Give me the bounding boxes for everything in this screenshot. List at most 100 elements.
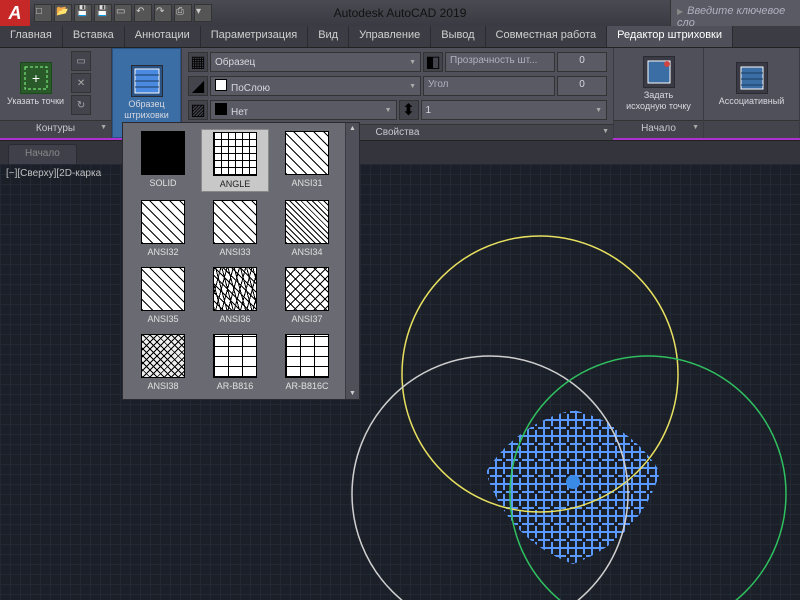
ribbon: + Указать точки ▭ ✕ ↻ Контуры▼ Образец ш… xyxy=(0,48,800,140)
pattern-label: ANSI35 xyxy=(147,314,178,324)
pattern-swatch-ansi34[interactable]: ANSI34 xyxy=(275,200,339,257)
set-origin-icon xyxy=(643,56,675,88)
panel-options: Ассоциативный xyxy=(704,48,800,138)
select-objects-icon[interactable]: ▭ xyxy=(71,51,91,71)
scale-combo[interactable]: 1▼ xyxy=(421,100,608,120)
qat-open-icon[interactable]: 📂 xyxy=(54,4,72,22)
pattern-swatch-solid[interactable]: SOLID xyxy=(131,131,195,190)
pattern-swatch-ansi36[interactable]: ANSI36 xyxy=(203,267,267,324)
qat-print-icon[interactable]: ⎙ xyxy=(174,4,192,22)
pattern-preview-icon xyxy=(213,132,257,176)
hatch-pattern-palette: SOLID ANGLE ANSI31 ANSI32 ANSI33 ANSI34 ANSI35… xyxy=(122,122,360,400)
qat-more-icon[interactable]: ▾ xyxy=(194,4,212,22)
bg-color-combo[interactable]: Нет▼ xyxy=(210,100,397,120)
qat-undo-icon[interactable]: ↶ xyxy=(134,4,152,22)
angle-label[interactable]: Угол xyxy=(423,76,555,96)
pattern-preview-icon xyxy=(213,200,257,244)
pick-points-icon: + xyxy=(20,62,52,94)
pattern-swatch-ar-b816[interactable]: AR-B816 xyxy=(203,334,267,391)
ribbon-tab-4[interactable]: Вид xyxy=(308,26,349,47)
pattern-preview-icon xyxy=(141,334,185,378)
remove-boundary-icon[interactable]: ✕ xyxy=(71,73,91,93)
associative-label: Ассоциативный xyxy=(719,96,785,107)
pattern-swatch-ansi37[interactable]: ANSI37 xyxy=(275,267,339,324)
ribbon-tab-7[interactable]: Совместная работа xyxy=(486,26,608,47)
pattern-label: SOLID xyxy=(149,178,176,188)
hatch-pattern-icon xyxy=(131,65,163,97)
panel-origin-title[interactable]: Начало▼ xyxy=(614,120,703,138)
pattern-swatch-ansi31[interactable]: ANSI31 xyxy=(275,131,339,190)
pattern-preview-icon xyxy=(285,131,329,175)
pick-points-button[interactable]: + Указать точки xyxy=(3,51,68,117)
ribbon-tab-2[interactable]: Аннотации xyxy=(125,26,201,47)
title-bar: A □ 📂 💾 💾 ▭ ↶ ↷ ⎙ ▾ Autodesk AutoCAD 201… xyxy=(0,0,800,26)
ribbon-tab-0[interactable]: Главная xyxy=(0,26,63,47)
angle-value[interactable]: 0 xyxy=(557,76,607,96)
pattern-label: ANSI32 xyxy=(147,247,178,257)
panel-origin: Задать исходную точку Начало▼ xyxy=(614,48,704,138)
set-origin-label: Задать исходную точку xyxy=(626,90,691,112)
pattern-label: ANSI31 xyxy=(291,178,322,188)
qat-plot-icon[interactable]: ▭ xyxy=(114,4,132,22)
bg-color-icon[interactable]: ▨ xyxy=(188,100,208,120)
pattern-swatch-angle[interactable]: ANGLE xyxy=(201,129,269,192)
ribbon-tabs: ГлавнаяВставкаАннотацииПараметризацияВид… xyxy=(0,26,800,48)
pattern-preview-icon xyxy=(141,131,185,175)
associative-icon xyxy=(736,62,768,94)
panel-boundaries-title[interactable]: Контуры▼ xyxy=(0,120,111,138)
pattern-preview-icon xyxy=(285,334,329,378)
ribbon-tab-3[interactable]: Параметризация xyxy=(201,26,308,47)
search-input[interactable]: Введите ключевое сло xyxy=(670,0,800,26)
hatch-type-combo[interactable]: Образец▼ xyxy=(210,52,421,72)
pattern-label: ANSI33 xyxy=(219,247,250,257)
recreate-boundary-icon[interactable]: ↻ xyxy=(71,95,91,115)
pattern-swatch-ansi33[interactable]: ANSI33 xyxy=(203,200,267,257)
pattern-preview-icon xyxy=(213,267,257,311)
pattern-preview-icon xyxy=(141,200,185,244)
pattern-label: ANSI34 xyxy=(291,247,322,257)
scale-icon[interactable]: ⬍ xyxy=(399,100,419,120)
pattern-label: ANSI38 xyxy=(147,381,178,391)
pattern-label: AR-B816C xyxy=(285,381,328,391)
set-origin-button[interactable]: Задать исходную точку xyxy=(617,51,700,117)
pattern-label: AR-B816 xyxy=(217,381,254,391)
pattern-label: ANSI37 xyxy=(291,314,322,324)
pattern-preview-icon xyxy=(141,267,185,311)
associative-button[interactable]: Ассоциативный xyxy=(707,51,796,117)
pattern-preview-icon xyxy=(285,200,329,244)
pattern-swatch-ansi32[interactable]: ANSI32 xyxy=(131,200,195,257)
pattern-preview-icon xyxy=(213,334,257,378)
ribbon-tab-6[interactable]: Вывод xyxy=(431,26,485,47)
qat-redo-icon[interactable]: ↷ xyxy=(154,4,172,22)
hatch-color-icon[interactable]: ◢ xyxy=(188,76,208,96)
pattern-swatch-ansi35[interactable]: ANSI35 xyxy=(131,267,195,324)
pick-points-label: Указать точки xyxy=(7,96,64,107)
palette-scrollbar[interactable] xyxy=(345,123,359,399)
qat-save-icon[interactable]: 💾 xyxy=(74,4,92,22)
qat-new-icon[interactable]: □ xyxy=(34,4,52,22)
panel-options-title xyxy=(704,120,799,138)
model-viewport[interactable]: [−][Сверху][2D-карка xyxy=(0,164,800,600)
pattern-swatch-ar-b816c[interactable]: AR-B816C xyxy=(275,334,339,391)
pattern-swatch-ansi38[interactable]: ANSI38 xyxy=(131,334,195,391)
ribbon-tab-5[interactable]: Управление xyxy=(349,26,431,47)
hatch-type-icon[interactable]: ▦ xyxy=(188,52,208,72)
center-grip[interactable] xyxy=(566,475,580,489)
hatch-color-combo[interactable]: ПоСлою▼ xyxy=(210,76,421,96)
pattern-label: ANSI36 xyxy=(219,314,250,324)
transparency-label[interactable]: Прозрачность шт... xyxy=(445,52,555,72)
ribbon-tab-1[interactable]: Вставка xyxy=(63,26,125,47)
ribbon-tab-8[interactable]: Редактор штриховки xyxy=(607,26,733,47)
document-tab-start[interactable]: Начало xyxy=(8,144,77,164)
quick-access-toolbar: □ 📂 💾 💾 ▭ ↶ ↷ ⎙ ▾ xyxy=(34,4,212,22)
hatch-pattern-label: Образец штриховки xyxy=(124,99,169,121)
transparency-value[interactable]: 0 xyxy=(557,52,607,72)
transparency-icon[interactable]: ◧ xyxy=(423,52,443,72)
drawing-canvas xyxy=(0,164,800,600)
svg-text:+: + xyxy=(31,70,39,86)
window-title: Autodesk AutoCAD 2019 xyxy=(334,6,467,20)
app-menu-button[interactable]: A xyxy=(0,0,30,26)
qat-saveas-icon[interactable]: 💾 xyxy=(94,4,112,22)
pattern-preview-icon xyxy=(285,267,329,311)
panel-boundaries: + Указать точки ▭ ✕ ↻ Контуры▼ xyxy=(0,48,112,138)
